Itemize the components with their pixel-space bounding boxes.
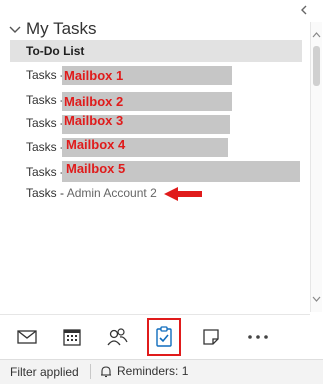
mailbox-annotation: Mailbox 3 — [64, 113, 124, 128]
nav-people[interactable] — [103, 323, 131, 351]
folder-prefix: Tasks - — [26, 165, 65, 179]
vertical-scrollbar[interactable] — [310, 22, 322, 312]
scroll-up-icon[interactable] — [311, 30, 322, 40]
folder-label: Admin Account 2 — [66, 186, 157, 200]
my-tasks-group[interactable]: My Tasks — [8, 18, 97, 40]
scroll-down-icon[interactable] — [311, 294, 322, 304]
chevron-down-icon — [9, 26, 21, 33]
chevron-left-icon — [301, 5, 307, 15]
reminders-label: Reminders: 1 — [117, 364, 189, 378]
folder-prefix: Tasks - — [26, 68, 65, 82]
mailbox-annotation: Mailbox 5 — [66, 161, 126, 176]
module-navigation-bar — [0, 314, 310, 357]
status-bar: Filter applied Reminders: 1 — [0, 359, 323, 384]
collapse-pane-button[interactable] — [296, 4, 312, 18]
nav-tasks[interactable] — [147, 318, 181, 356]
mailbox-annotation: Mailbox 1 — [64, 68, 124, 83]
nav-more[interactable] — [244, 323, 272, 351]
nav-calendar[interactable] — [58, 323, 86, 351]
folder-label: To-Do List — [26, 44, 85, 58]
nav-notes[interactable] — [197, 323, 225, 351]
folder-prefix: Tasks - — [26, 140, 65, 154]
calendar-icon — [63, 329, 81, 346]
tasks-icon — [156, 326, 172, 347]
nav-mail[interactable] — [13, 323, 41, 351]
mailbox-annotation: Mailbox 2 — [64, 94, 124, 109]
folder-prefix: Tasks - — [26, 93, 65, 107]
folder-pane: My Tasks To-Do List Tasks - Mailbox 1 Ta… — [0, 0, 323, 384]
status-divider — [90, 364, 91, 379]
filter-status[interactable]: Filter applied — [10, 365, 79, 379]
folder-item-tasks-admin-account-2[interactable]: Tasks - Admin Account 2 — [26, 186, 157, 200]
folder-prefix: Tasks - — [26, 116, 65, 130]
scrollbar-thumb[interactable] — [313, 46, 320, 86]
people-icon — [107, 328, 128, 346]
notes-icon — [203, 329, 219, 345]
folder-item-to-do-list[interactable]: To-Do List — [10, 40, 302, 62]
group-label: My Tasks — [26, 19, 97, 38]
bell-icon — [101, 365, 111, 377]
reminders-status[interactable]: Reminders: 1 — [100, 364, 188, 378]
mailbox-annotation: Mailbox 4 — [66, 137, 126, 152]
annotation-arrow-icon — [164, 187, 202, 201]
more-icon — [248, 335, 268, 339]
mail-icon — [17, 330, 37, 344]
folder-prefix: Tasks - — [26, 186, 67, 200]
